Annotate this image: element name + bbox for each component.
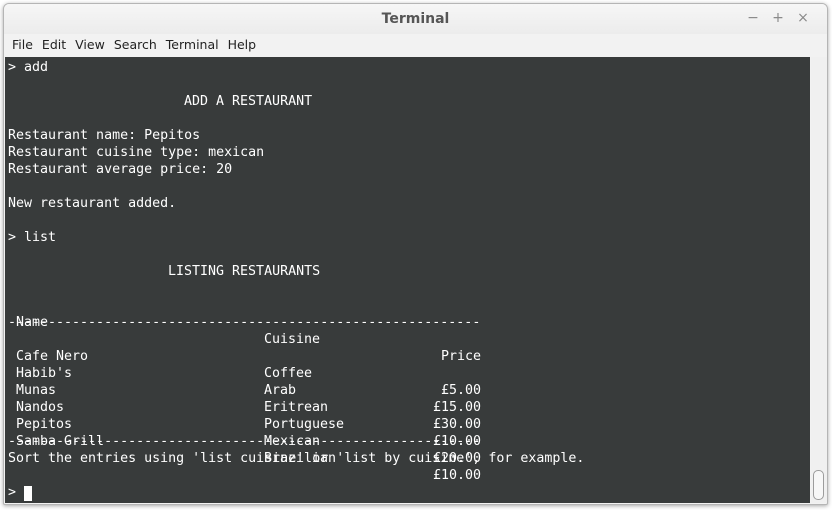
add-heading: ADD A RESTAURANT [184, 94, 313, 109]
table-row: Habib's Arab £15.00 [5, 348, 495, 415]
terminal-output[interactable]: > add ADD A RESTAURANT Restaurant name: … [5, 57, 810, 503]
table-row: Pepitos Mexican £20.00 [5, 399, 495, 466]
restaurant-cuisine-line: Restaurant cuisine type: mexican [8, 145, 265, 160]
table-row: Nandos Portuguese £10.00 [5, 382, 495, 449]
restaurant-name-line: Restaurant name: Pepitos [8, 128, 201, 143]
added-message: New restaurant added. [8, 196, 177, 211]
close-icon[interactable]: × [795, 10, 811, 26]
scrollbar[interactable] [811, 57, 827, 503]
window-title: Terminal [381, 11, 450, 27]
sort-hint: Sort the entries using 'list cuisine' or… [8, 451, 585, 466]
minimize-icon[interactable]: − [745, 10, 761, 26]
table-separator-top: ----------------------------------------… [8, 315, 481, 330]
list-heading: LISTING RESTAURANTS [168, 264, 321, 279]
menu-terminal[interactable]: Terminal [163, 34, 222, 56]
table-row: Munas Eritrean £30.00 [5, 365, 495, 432]
table-row: Samba Grill Brazilian £10.00 [5, 416, 495, 483]
menu-help[interactable]: Help [225, 34, 260, 56]
scrollbar-thumb[interactable] [813, 470, 824, 500]
title-bar[interactable]: Terminal − + × [4, 4, 827, 34]
command-add: > add [8, 60, 49, 75]
menu-edit[interactable]: Edit [39, 34, 69, 56]
terminal-window: Terminal − + × File Edit View Search Termina… [3, 3, 828, 505]
table-row: Cafe Nero Coffee £5.00 [5, 331, 495, 398]
command-list: > list [8, 230, 57, 245]
menu-bar: File Edit View Search Terminal Help [4, 34, 827, 56]
menu-search[interactable]: Search [111, 34, 160, 56]
table-header-row: Name Cuisine Price [5, 297, 495, 364]
row-price: £10.00 [432, 468, 481, 483]
restaurant-price-line: Restaurant average price: 20 [8, 162, 233, 177]
maximize-icon[interactable]: + [770, 10, 786, 26]
text-cursor [24, 486, 32, 501]
menu-view[interactable]: View [72, 34, 108, 56]
table-separator-bottom: ----------------------------------------… [8, 434, 481, 449]
menu-file[interactable]: File [9, 34, 36, 56]
prompt: > [8, 485, 17, 500]
